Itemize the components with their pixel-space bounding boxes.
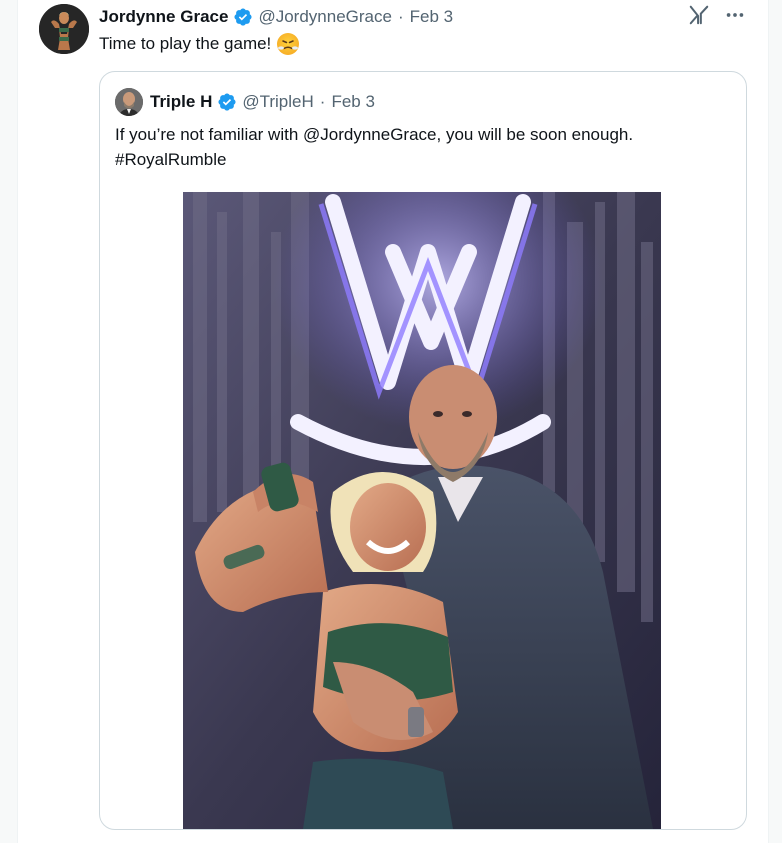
quoted-tweet-text: If you’re not familiar with @JordynneGra… xyxy=(115,122,735,172)
grok-icon[interactable] xyxy=(688,4,710,26)
quoted-author-name[interactable]: Triple H xyxy=(150,92,212,112)
photo-illustration xyxy=(183,192,661,829)
author-name[interactable]: Jordynne Grace xyxy=(99,7,228,27)
separator-dot: · xyxy=(397,7,404,26)
verified-badge-icon xyxy=(218,93,236,111)
quoted-text-line: If you’re not familiar with @JordynneGra… xyxy=(115,125,634,144)
tweet-header: Jordynne Grace @JordynneGrace · Feb 3 xyxy=(99,6,453,28)
more-options-icon[interactable] xyxy=(724,4,746,26)
tweet-text-content: Time to play the game! xyxy=(99,34,272,53)
quoted-author-avatar[interactable] xyxy=(115,88,143,116)
hashtag-link[interactable]: #RoyalRumble xyxy=(115,147,735,172)
tweet-card[interactable]: Jordynne Grace @JordynneGrace · Feb 3 Ti… xyxy=(17,0,769,843)
separator-dot: · xyxy=(319,92,326,111)
quoted-author-handle[interactable]: @TripleH xyxy=(242,92,313,112)
tweet-text: Time to play the game! xyxy=(99,32,300,56)
quoted-tweet-date[interactable]: Feb 3 xyxy=(331,92,374,112)
author-avatar[interactable] xyxy=(39,4,89,54)
quoted-tweet-header: Triple H @TripleH · Feb 3 xyxy=(115,87,375,117)
verified-badge-icon xyxy=(234,8,252,26)
quoted-tweet[interactable]: Triple H @TripleH · Feb 3 If you’re not … xyxy=(99,71,747,830)
author-handle[interactable]: @JordynneGrace xyxy=(258,7,392,27)
tweet-actions-top xyxy=(688,4,746,26)
quoted-tweet-photo[interactable] xyxy=(183,192,661,829)
tweet-date[interactable]: Feb 3 xyxy=(410,7,453,27)
triumph-face-emoji xyxy=(277,33,300,55)
